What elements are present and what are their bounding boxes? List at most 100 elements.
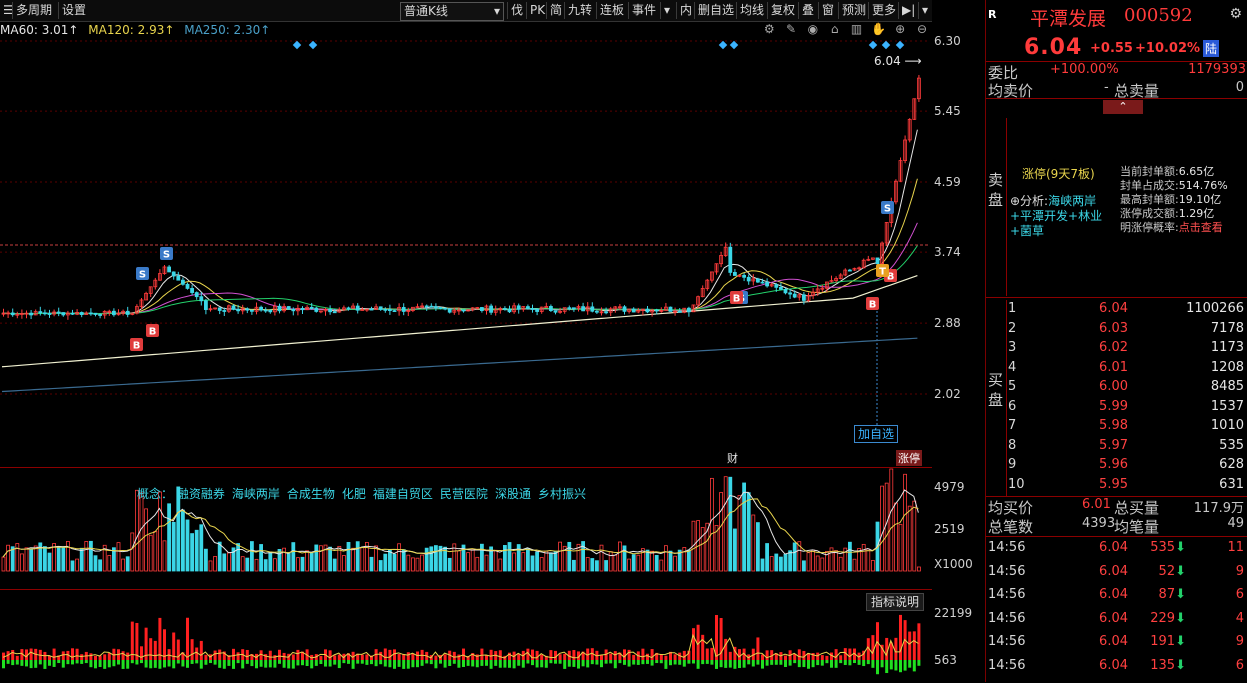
toolbar-dropdown-icon[interactable]: ▾ <box>660 2 673 19</box>
indicator-bar-down <box>222 660 226 669</box>
concept-tag[interactable]: 融资融券 <box>177 487 225 501</box>
toolbar-btn-forecast[interactable]: 预测 <box>838 2 869 19</box>
bid-row[interactable]: 9 5.96 628 <box>986 455 1247 474</box>
concept-tag[interactable]: 乡村振兴 <box>538 487 586 501</box>
concept-tag[interactable]: 福建自贸区 <box>373 487 433 501</box>
toolbar-btn-1[interactable]: 伐 <box>507 2 526 19</box>
finance-marker[interactable]: 财 <box>727 450 738 466</box>
toolbar-btn-events[interactable]: 事件 <box>628 2 659 19</box>
collapse-chevron-icon[interactable]: ⌃ <box>1103 100 1143 114</box>
indicator-bar-down <box>862 660 866 667</box>
concept-tag[interactable]: 民营医院 <box>440 487 488 501</box>
candle <box>848 268 852 272</box>
bid-row[interactable]: 3 6.02 1173 <box>986 338 1247 357</box>
period-button[interactable]: 多周期 <box>12 2 55 19</box>
toolbar-btn-more[interactable]: 更多 <box>868 2 899 19</box>
sell-marker[interactable]: S <box>160 247 173 261</box>
weibi-row: 委比 +100.00% 1179393 <box>986 62 1247 82</box>
buy-marker[interactable]: B <box>730 291 743 305</box>
bid-row[interactable]: 1 6.04 1100266 <box>986 299 1247 318</box>
concept-tag[interactable]: 合成生物 <box>287 487 335 501</box>
bid-row[interactable]: 6 5.99 1537 <box>986 397 1247 416</box>
indicator-bar-down <box>310 660 314 669</box>
buy-marker[interactable]: B <box>866 297 879 311</box>
expand-panel-icon[interactable]: ▶| <box>898 2 918 19</box>
bid-row[interactable]: 8 5.97 535 <box>986 436 1247 455</box>
indicator-bar-up <box>337 654 341 660</box>
toolbar-btn-remove-watch[interactable]: 删自选 <box>694 2 737 19</box>
volume-bar <box>346 541 351 572</box>
indicator-bar-up <box>825 655 829 660</box>
toolbar-btn-simple[interactable]: 简 <box>546 2 565 19</box>
candle <box>636 307 641 314</box>
concept-list: 融资融券 海峡两岸 合成生物 化肥 福建自贸区 民营医院 深股通 乡村振兴 <box>177 487 593 501</box>
tick-row[interactable]: 14:56 6.04 52⬇ 9 <box>986 560 1247 583</box>
concept-tag[interactable]: 海峡两岸 <box>232 487 280 501</box>
event-diamond[interactable] <box>292 40 302 50</box>
settings-button[interactable]: 设置 <box>58 2 89 19</box>
indicator-bar-down <box>779 660 783 665</box>
concept-tag[interactable]: 化肥 <box>342 487 366 501</box>
volume-bar <box>636 554 641 572</box>
volume-bar <box>374 545 379 572</box>
volume-bar <box>93 555 98 572</box>
event-diamond[interactable] <box>729 40 739 50</box>
volume-bar <box>815 555 820 572</box>
bid-row[interactable]: 10 5.95 631 <box>986 475 1247 494</box>
bid-row[interactable]: 5 6.00 8485 <box>986 377 1247 396</box>
toolbar-btn-lianban[interactable]: 连板 <box>596 2 627 19</box>
toolbar-btn-adjust[interactable]: 复权 <box>767 2 798 19</box>
tick-row[interactable]: 14:56 6.04 135⬇ 6 <box>986 654 1247 677</box>
toolbar-btn-window[interactable]: 窗 <box>818 2 837 19</box>
candle <box>728 242 733 276</box>
toolbar-btn-pk[interactable]: PK <box>526 2 548 19</box>
volume-bar <box>245 557 250 572</box>
indicator-help-button[interactable]: 指标说明 <box>866 593 925 611</box>
kline-mode-select[interactable]: 普通K线 ▾ <box>400 2 504 21</box>
bid-row[interactable]: 7 5.98 1010 <box>986 416 1247 435</box>
limit-up-marker[interactable]: 涨停 <box>896 450 922 466</box>
concept-tag[interactable]: 深股通 <box>495 487 531 501</box>
candle <box>631 307 636 313</box>
toolbar-btn-inner[interactable]: 内 <box>676 2 695 19</box>
tick-row[interactable]: 14:56 6.04 191⬇ 9 <box>986 630 1247 653</box>
buy-marker[interactable]: B <box>146 324 159 338</box>
probability-link[interactable]: 点击查看 <box>1179 221 1223 234</box>
tick-volume: 87⬇ <box>1158 587 1186 602</box>
sell-marker[interactable]: S <box>881 201 894 215</box>
toolbar-btn-ma[interactable]: 均线 <box>736 2 767 19</box>
indicator-chart[interactable] <box>0 589 932 683</box>
tick-row[interactable]: 14:56 6.04 535⬇ 11 <box>986 536 1247 559</box>
event-diamond[interactable] <box>881 40 891 50</box>
total-buy-label: 总买量 <box>1114 499 1160 517</box>
toolbar-collapse-icon[interactable]: ▾ <box>918 2 931 19</box>
toolbar-btn-jiuzhuan[interactable]: 九转 <box>564 2 595 19</box>
indicator-bar-down <box>434 660 438 669</box>
volume-bar <box>456 550 461 572</box>
sell-marker[interactable]: T <box>876 264 889 278</box>
bid-row[interactable]: 2 6.03 7178 <box>986 319 1247 338</box>
settings-gear-icon[interactable]: ⚙ <box>1229 6 1242 22</box>
indicator-bar-up <box>397 654 401 660</box>
buy-marker[interactable]: B <box>130 338 143 352</box>
add-watch-button[interactable]: 加自选 <box>854 425 899 443</box>
indicator-bar-down <box>508 660 511 668</box>
tick-row[interactable]: 14:56 6.04 87⬇ 6 <box>986 583 1247 606</box>
volume-bar <box>148 534 153 572</box>
event-diamond[interactable] <box>718 40 728 50</box>
indicator-bar-up <box>664 655 668 660</box>
indicator-bar-down <box>825 660 829 664</box>
kline-chart[interactable]: BBSSSBBBST <box>0 21 932 467</box>
candle <box>843 268 848 277</box>
volume-bar <box>341 555 346 572</box>
volume-bar <box>305 550 310 572</box>
toolbar-btn-overlay[interactable]: 叠 <box>798 2 817 19</box>
candle <box>852 267 857 271</box>
tick-row[interactable]: 14:56 6.04 229⬇ 4 <box>986 607 1247 630</box>
event-diamond[interactable] <box>895 40 905 50</box>
indicator-bar-down <box>324 660 327 667</box>
event-diamond[interactable] <box>308 40 318 50</box>
bid-row[interactable]: 4 6.01 1208 <box>986 358 1247 377</box>
event-diamond[interactable] <box>868 40 878 50</box>
sell-marker[interactable]: S <box>136 267 149 281</box>
